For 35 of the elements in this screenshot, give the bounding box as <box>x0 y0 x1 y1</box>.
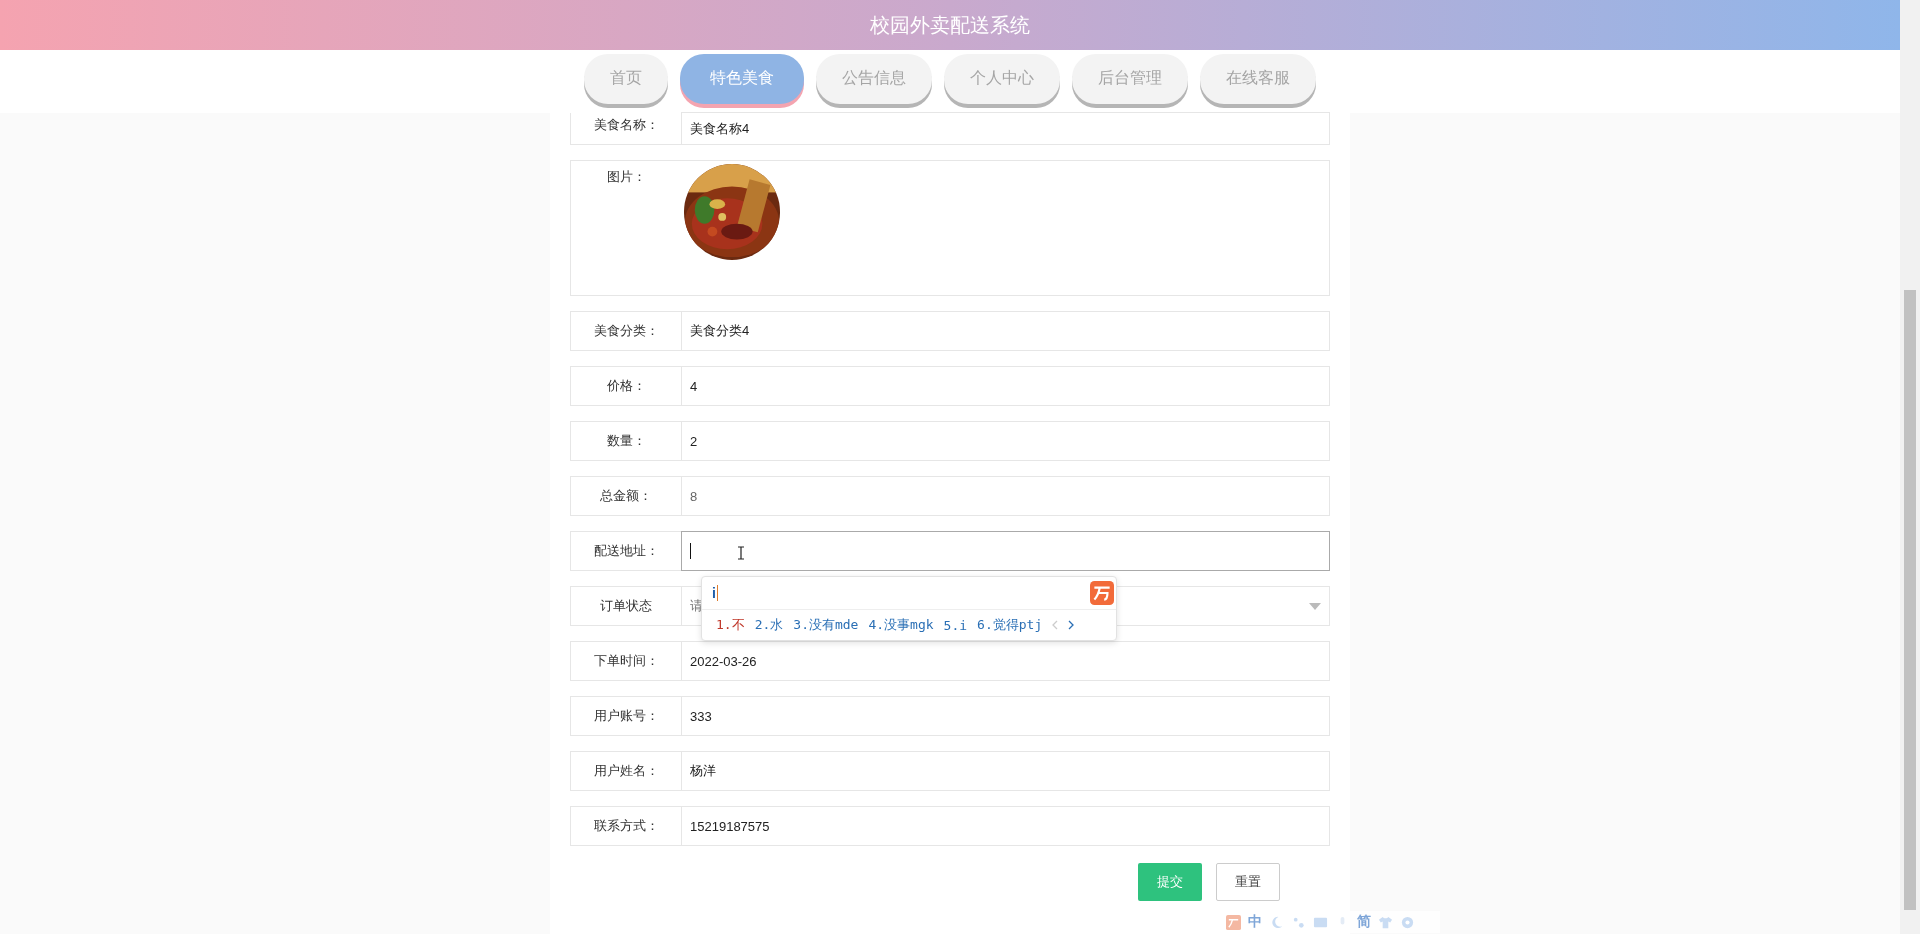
reset-button[interactable]: 重置 <box>1216 863 1280 901</box>
site-title: 校园外卖配送系统 <box>870 12 1030 38</box>
text-cursor-icon <box>737 546 745 560</box>
field-label: 总金额： <box>599 487 653 505</box>
input-field[interactable] <box>681 531 1330 571</box>
field-label: 下单时间： <box>592 652 660 670</box>
previous-page-icon[interactable] <box>1052 620 1059 630</box>
moon-icon[interactable] <box>1269 914 1284 930</box>
text-caret-icon <box>690 543 691 559</box>
field-label: 数量： <box>605 432 647 450</box>
ime-candidate[interactable]: 4.没事mgk <box>868 616 934 634</box>
input-field[interactable]: 美食名称4 <box>681 112 1330 145</box>
ime-candidate[interactable]: 6.觉得ptj <box>977 616 1043 634</box>
field-label: 用户账号： <box>592 707 660 725</box>
ime-candidate[interactable]: 2.水 <box>754 616 784 634</box>
field-label: 订单状态 <box>599 597 653 615</box>
settings-icon[interactable] <box>1400 914 1415 930</box>
ime-candidate[interactable]: 5.i <box>943 617 968 633</box>
ime-input-text: i <box>712 585 718 601</box>
field-label: 用户姓名： <box>592 762 660 780</box>
field-label: 联系方式： <box>592 817 660 835</box>
field-label: 图片： <box>605 168 647 186</box>
field-label: 价格： <box>605 377 647 395</box>
dropdown-caret-icon <box>1309 602 1321 610</box>
ime-logo-icon <box>1090 581 1114 605</box>
scrollbar-thumb[interactable] <box>1904 290 1916 910</box>
ime-candidate[interactable]: 1.不 <box>716 616 745 634</box>
ime-logo-icon[interactable] <box>1226 914 1241 930</box>
field-label: 美食分类： <box>592 322 660 340</box>
shirt-icon[interactable] <box>1378 914 1393 930</box>
next-page-icon[interactable] <box>1068 620 1075 630</box>
scrollbar[interactable] <box>1900 0 1920 934</box>
ime-candidate[interactable]: 3.没有mde <box>793 616 859 634</box>
field-label: 配送地址： <box>592 542 660 560</box>
field-label: 美食名称： <box>592 116 660 134</box>
